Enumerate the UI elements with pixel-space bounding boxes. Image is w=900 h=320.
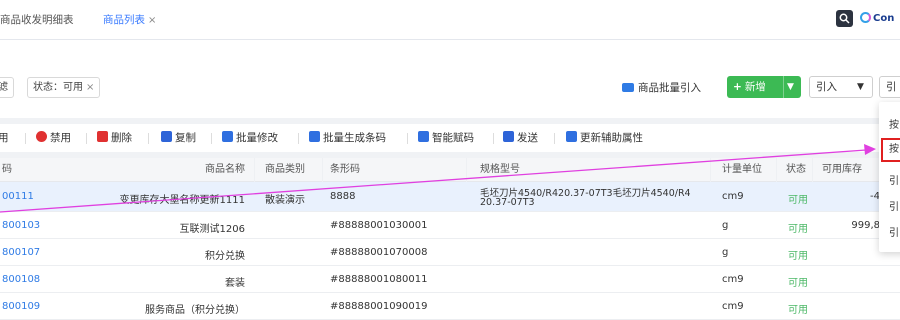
- table-header: 码 商品名称 商品类别 条形码 规格型号 计量单位 状态 可用库存: [0, 158, 900, 182]
- action-toolbar: 用 禁用 删除 复制 批量修改 批量生成条码 智能赋码 发送 更新辅助属性: [0, 124, 900, 152]
- table-row[interactable]: 800107 积分兑换 #88888001070008 g 可用: [0, 239, 900, 266]
- divider: [148, 133, 149, 144]
- table-row[interactable]: 800103 互联测试1206 #88888001030001 g 可用 999…: [0, 212, 900, 239]
- tab-label: 商品列表: [103, 14, 145, 26]
- more-dropdown-menu: 按 按 引 引 引: [879, 102, 900, 252]
- add-button[interactable]: + 新增 ▼: [727, 76, 801, 98]
- divider: [211, 133, 212, 144]
- send-button[interactable]: 发送: [503, 130, 538, 146]
- smart-coding-button[interactable]: 智能赋码: [418, 130, 474, 146]
- status-filter-chip[interactable]: 状态：可用 ×: [27, 77, 101, 98]
- batch-barcode-button[interactable]: 批量生成条码: [309, 130, 386, 146]
- column-header[interactable]: 商品名称: [150, 158, 245, 182]
- enable-button[interactable]: 用: [0, 130, 9, 146]
- batch-edit-button[interactable]: 批量修改: [222, 130, 278, 146]
- menu-item[interactable]: 按: [889, 116, 899, 131]
- divider: [493, 133, 494, 144]
- batch-import-link[interactable]: 商品批量引入: [622, 80, 701, 95]
- divider: [554, 133, 555, 144]
- plus-icon: +: [733, 81, 742, 93]
- menu-item[interactable]: 引: [889, 198, 899, 213]
- menu-item[interactable]: 引: [889, 224, 899, 239]
- checkbox-icon: [309, 131, 320, 142]
- table-row[interactable]: 800109 服务商品（积分兑换） #88888001090019 cm9 可用: [0, 293, 900, 320]
- ban-icon: [36, 131, 47, 142]
- update-attributes-button[interactable]: 更新辅助属性: [566, 130, 643, 146]
- divider: [86, 133, 87, 144]
- video-icon: [622, 83, 634, 92]
- tab-label: 商品收发明细表: [0, 14, 74, 26]
- column-header[interactable]: 码: [2, 158, 12, 182]
- menu-item-highlighted[interactable]: 按: [881, 138, 900, 162]
- import-button[interactable]: 引入 ▼: [809, 76, 873, 98]
- close-icon[interactable]: ×: [86, 82, 94, 93]
- delete-button[interactable]: 删除: [97, 130, 132, 146]
- column-header[interactable]: 条形码: [330, 158, 360, 182]
- checkbox-icon: [418, 131, 429, 142]
- menu-item[interactable]: 引: [889, 172, 899, 187]
- tab-bar: 商品收发明细表 商品列表 × Con: [0, 0, 900, 40]
- disable-button[interactable]: 禁用: [36, 130, 71, 146]
- copy-icon: [161, 131, 172, 142]
- column-header[interactable]: 可用库存: [822, 158, 862, 182]
- column-header[interactable]: 计量单位: [722, 158, 762, 182]
- chevron-down-icon: ▼: [857, 82, 864, 92]
- copy-button[interactable]: 复制: [161, 130, 196, 146]
- checkbox-icon: [566, 131, 577, 142]
- upload-icon: [503, 131, 514, 142]
- chevron-down-icon[interactable]: ▼: [787, 76, 794, 98]
- filter-chip[interactable]: 滤: [0, 77, 14, 98]
- divider: [783, 76, 784, 98]
- goods-table: 码 商品名称 商品类别 条形码 规格型号 计量单位 状态 可用库存 00111 …: [0, 158, 900, 320]
- trash-icon: [97, 131, 108, 142]
- divider: [25, 133, 26, 144]
- checkbox-icon: [222, 131, 233, 142]
- column-header[interactable]: 规格型号: [480, 158, 520, 182]
- table-row[interactable]: 00111 变更库存大墨名称更新1111 散装演示 8888 毛坯刀片4540/…: [0, 182, 900, 212]
- column-header[interactable]: 商品类别: [265, 158, 305, 182]
- table-row[interactable]: 800108 套装 #88888001080011 cm9 可用: [0, 266, 900, 293]
- divider: [298, 133, 299, 144]
- more-button[interactable]: 引: [879, 76, 900, 98]
- tab-goods-detail-report[interactable]: 商品收发明细表: [0, 10, 74, 30]
- filter-bar: 滤 状态：可用 × 商品批量引入 + 新增 ▼ 引入 ▼ 引: [0, 40, 900, 118]
- search-button[interactable]: [836, 10, 853, 27]
- divider: [407, 133, 408, 144]
- search-icon: [839, 13, 850, 24]
- ring-logo-icon: [860, 12, 871, 23]
- brand-logo: Con: [860, 10, 894, 28]
- close-icon[interactable]: ×: [148, 15, 156, 26]
- tab-goods-list[interactable]: 商品列表 ×: [103, 10, 156, 30]
- column-header[interactable]: 状态: [786, 158, 806, 182]
